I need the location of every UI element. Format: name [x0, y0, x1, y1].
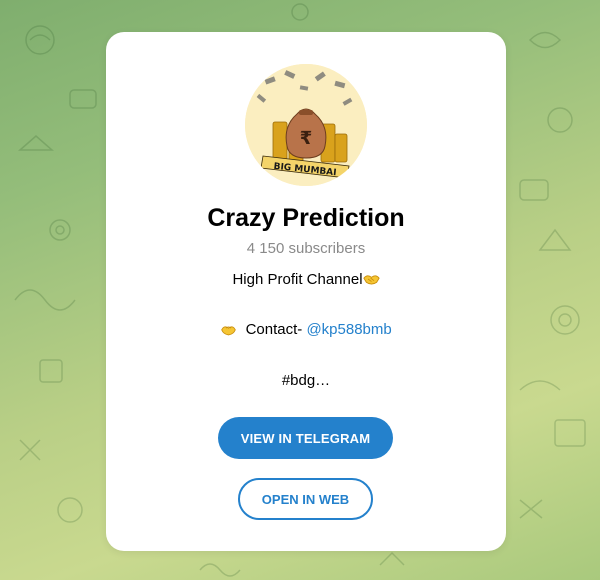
channel-title: Crazy Prediction [207, 204, 405, 232]
big-mumbai-logo: ₹ BIG MUMBAI [245, 64, 367, 186]
description-line-1: High Profit Channel [106, 270, 506, 290]
view-in-telegram-button[interactable]: VIEW IN TELEGRAM [218, 417, 393, 459]
channel-card: ₹ BIG MUMBAI Crazy Prediction 4 150 subs… [106, 32, 506, 551]
contact-label: Contact- [245, 321, 307, 338]
open-in-web-button[interactable]: OPEN IN WEB [238, 478, 373, 520]
description-line-3: #bdg… [281, 372, 331, 389]
channel-avatar: ₹ BIG MUMBAI [245, 64, 367, 186]
rupee-symbol: ₹ [300, 128, 313, 149]
hands-heart-icon [221, 326, 237, 336]
subscriber-count: 4 150 subscribers [246, 240, 366, 257]
contact-link[interactable]: @kp588bmb [306, 321, 391, 338]
description-text: High Profit Channel [232, 271, 363, 288]
description-line-2: Contact- @kp588bmb [106, 320, 506, 340]
handshake-icon [362, 275, 380, 285]
